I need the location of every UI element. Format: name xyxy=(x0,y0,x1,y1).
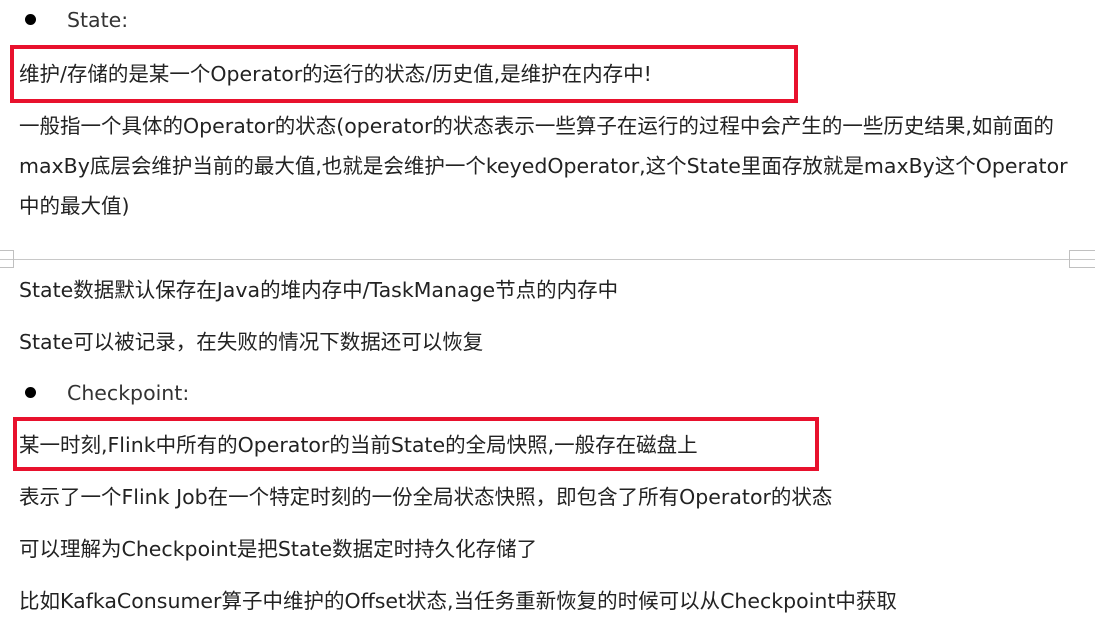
state-storage-note: State数据默认保存在Java的堆内存中/TaskManage节点的内存中 xyxy=(19,278,619,302)
checkpoint-line-1: 表示了一个Flink Job在一个特定时刻的一份全局状态快照，即包含了所有Ope… xyxy=(19,485,833,509)
state-recovery-note: State可以被记录，在失败的情况下数据还可以恢复 xyxy=(19,330,484,354)
page-break-divider xyxy=(0,259,1095,260)
state-heading: State: xyxy=(67,8,129,32)
state-bullet-icon xyxy=(25,14,36,25)
state-highlighted-text: 维护/存储的是某一个Operator的运行的状态/历史值,是维护在内存中! xyxy=(19,62,652,86)
checkpoint-heading: Checkpoint: xyxy=(67,381,190,405)
checkpoint-line-2: 可以理解为Checkpoint是把State数据定时持久化存储了 xyxy=(19,537,538,561)
page-break-left-marker xyxy=(0,250,14,268)
checkpoint-highlighted-text: 某一时刻,Flink中所有的Operator的当前State的全局快照,一般存在… xyxy=(19,433,698,457)
checkpoint-bullet-icon xyxy=(25,387,36,398)
state-description: 一般指一个具体的Operator的状态(operator的状态表示一些算子在运行… xyxy=(19,114,1068,218)
checkpoint-line-3: 比如KafkaConsumer算子中维护的Offset状态,当任务重新恢复的时候… xyxy=(19,589,897,613)
page-break-right-marker xyxy=(1069,250,1095,268)
